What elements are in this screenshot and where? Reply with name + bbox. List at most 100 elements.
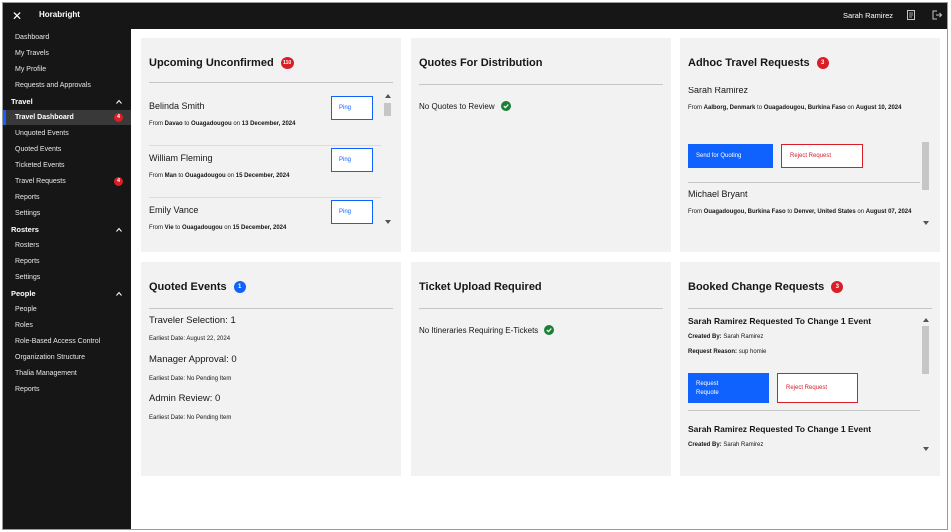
sidebar-item-rosters[interactable]: Rosters xyxy=(3,238,131,253)
route-text: From Aalborg, Denmark to Ouagadougou, Bu… xyxy=(688,105,902,111)
sidebar-item-dashboard[interactable]: Dashboard xyxy=(3,30,131,45)
scroll-down-icon[interactable] xyxy=(385,220,391,224)
scroll-down-icon[interactable] xyxy=(923,221,929,225)
card-title: Ticket Upload Required xyxy=(419,281,542,293)
traveler-name: Sarah Ramirez xyxy=(688,87,749,95)
chevron-up-icon xyxy=(116,291,122,296)
route-text: From Vie to Ouagadougou on 15 December, … xyxy=(149,225,287,231)
ticket-upload-card: Ticket Upload Required No Itineraries Re… xyxy=(411,262,671,476)
section-label: People xyxy=(11,289,36,298)
sidebar-section-people[interactable]: People xyxy=(3,286,131,301)
count-badge: 4 xyxy=(114,113,123,122)
list-item: Belinda Smith From Davao to Ouagadougou … xyxy=(149,94,381,146)
admin-review-count: Admin Review: 0 xyxy=(149,393,221,404)
count-badge: 4 xyxy=(114,177,123,186)
divider xyxy=(149,308,393,309)
check-circle-icon xyxy=(500,101,511,111)
booked-change-card: Booked Change Requests 3 Sarah Ramirez R… xyxy=(680,262,940,476)
sidebar-item-travel-settings[interactable]: Settings xyxy=(3,206,131,221)
scroll-thumb[interactable] xyxy=(922,142,929,190)
section-label: Travel xyxy=(11,97,33,106)
sidebar-item-rosters-settings[interactable]: Settings xyxy=(3,270,131,285)
scrollbar[interactable] xyxy=(922,88,930,228)
empty-state: No Quotes to Review xyxy=(419,101,511,111)
route-text: From Davao to Ouagadougou on 13 December… xyxy=(149,121,296,127)
sidebar-item-requests-approvals[interactable]: Requests and Approvals xyxy=(3,78,131,93)
divider xyxy=(149,82,393,83)
route-text: From Ouagadougou, Burkina Faso to Denver… xyxy=(688,209,912,215)
ping-button[interactable]: Ping xyxy=(331,148,373,172)
sidebar: Dashboard My Travels My Profile Requests… xyxy=(3,29,131,529)
card-title: Quotes For Distribution xyxy=(419,57,543,69)
empty-state-text: No Quotes to Review xyxy=(419,101,495,111)
app-window: ✕ Horabright Sarah Ramirez Dashboard My … xyxy=(2,2,948,530)
change-request-title: Sarah Ramirez Requested To Change 1 Even… xyxy=(688,316,872,326)
divider xyxy=(688,308,932,309)
earliest-date: Earliest Date: No Pending Item xyxy=(149,415,232,421)
chevron-up-icon xyxy=(116,227,122,232)
request-reason: Request Reason: sup homie xyxy=(688,349,767,355)
upcoming-unconfirmed-card: Upcoming Unconfirmed 110 Belinda Smith F… xyxy=(141,38,401,252)
close-icon[interactable]: ✕ xyxy=(7,6,27,26)
card-title: Adhoc Travel Requests 3 xyxy=(688,57,829,69)
sidebar-item-ticketed-events[interactable]: Ticketed Events xyxy=(3,158,131,173)
send-for-quoting-button[interactable]: Send for Quoting xyxy=(688,144,773,168)
traveler-name: Belinda Smith xyxy=(149,101,205,111)
sidebar-item-rbac[interactable]: Role-Based Access Control xyxy=(3,334,131,349)
top-bar: ✕ Horabright Sarah Ramirez xyxy=(3,3,947,29)
adhoc-requests-card: Adhoc Travel Requests 3 Sarah Ramirez Fr… xyxy=(680,38,940,252)
card-title: Booked Change Requests 3 xyxy=(688,281,844,293)
ping-button[interactable]: Ping xyxy=(331,96,373,120)
divider xyxy=(688,182,920,183)
traveler-name: Emily Vance xyxy=(149,205,199,215)
earliest-date: Earliest Date: No Pending Item xyxy=(149,376,232,382)
reject-request-button[interactable]: Reject Request xyxy=(781,144,863,168)
count-badge: 3 xyxy=(831,281,844,293)
sidebar-item-travel-dashboard[interactable]: Travel Dashboard 4 xyxy=(3,110,131,125)
chevron-up-icon xyxy=(116,99,122,104)
scroll-up-icon[interactable] xyxy=(385,94,391,98)
sidebar-item-unquoted-events[interactable]: Unquoted Events xyxy=(3,126,131,141)
sidebar-item-roles[interactable]: Roles xyxy=(3,318,131,333)
dashboard-main: Upcoming Unconfirmed 110 Belinda Smith F… xyxy=(131,29,947,529)
request-requote-button[interactable]: Request Requote xyxy=(688,373,769,403)
created-by: Created By: Sarah Ramirez xyxy=(688,334,764,340)
sidebar-item-travel-requests[interactable]: Travel Requests 4 xyxy=(3,174,131,189)
scroll-up-icon[interactable] xyxy=(923,318,929,322)
user-name[interactable]: Sarah Ramirez xyxy=(843,11,893,20)
quotes-distribution-card: Quotes For Distribution No Quotes to Rev… xyxy=(411,38,671,252)
sidebar-item-rosters-reports[interactable]: Reports xyxy=(3,254,131,269)
sidebar-item-thalia-management[interactable]: Thalia Management xyxy=(3,366,131,381)
sidebar-item-people[interactable]: People xyxy=(3,302,131,317)
sidebar-section-rosters[interactable]: Rosters xyxy=(3,222,131,237)
sidebar-item-org-structure[interactable]: Organization Structure xyxy=(3,350,131,365)
sidebar-item-quoted-events[interactable]: Quoted Events xyxy=(3,142,131,157)
change-request-title: Sarah Ramirez Requested To Change 1 Even… xyxy=(688,424,872,434)
card-title: Upcoming Unconfirmed 110 xyxy=(149,57,294,69)
reject-request-button[interactable]: Reject Request xyxy=(777,373,858,403)
document-icon[interactable] xyxy=(905,9,917,21)
sidebar-item-label: Travel Requests xyxy=(15,178,66,185)
sidebar-item-my-profile[interactable]: My Profile xyxy=(3,62,131,77)
count-badge: 3 xyxy=(816,57,829,69)
sidebar-item-label: Travel Dashboard xyxy=(15,114,74,121)
list-item: Emily Vance From Vie to Ouagadougou on 1… xyxy=(149,198,381,250)
created-by: Created By: Sarah Ramirez xyxy=(688,442,764,448)
ping-button[interactable]: Ping xyxy=(331,200,373,224)
empty-state: No Itineraries Requiring E-Tickets xyxy=(419,325,555,335)
divider xyxy=(688,410,920,411)
logout-icon[interactable] xyxy=(931,9,943,21)
sidebar-section-travel[interactable]: Travel xyxy=(3,94,131,109)
sidebar-item-people-reports[interactable]: Reports xyxy=(3,382,131,397)
scroll-thumb[interactable] xyxy=(384,103,391,116)
scroll-down-icon[interactable] xyxy=(923,447,929,451)
section-label: Rosters xyxy=(11,225,39,234)
scrollbar[interactable] xyxy=(922,316,930,454)
scroll-thumb[interactable] xyxy=(922,326,929,374)
divider xyxy=(419,84,663,85)
list-item: William Fleming From Man to Ouagadougou … xyxy=(149,146,381,198)
sidebar-item-travel-reports[interactable]: Reports xyxy=(3,190,131,205)
sidebar-item-my-travels[interactable]: My Travels xyxy=(3,46,131,61)
scrollbar[interactable] xyxy=(384,92,392,226)
manager-approval-count: Manager Approval: 0 xyxy=(149,354,237,365)
